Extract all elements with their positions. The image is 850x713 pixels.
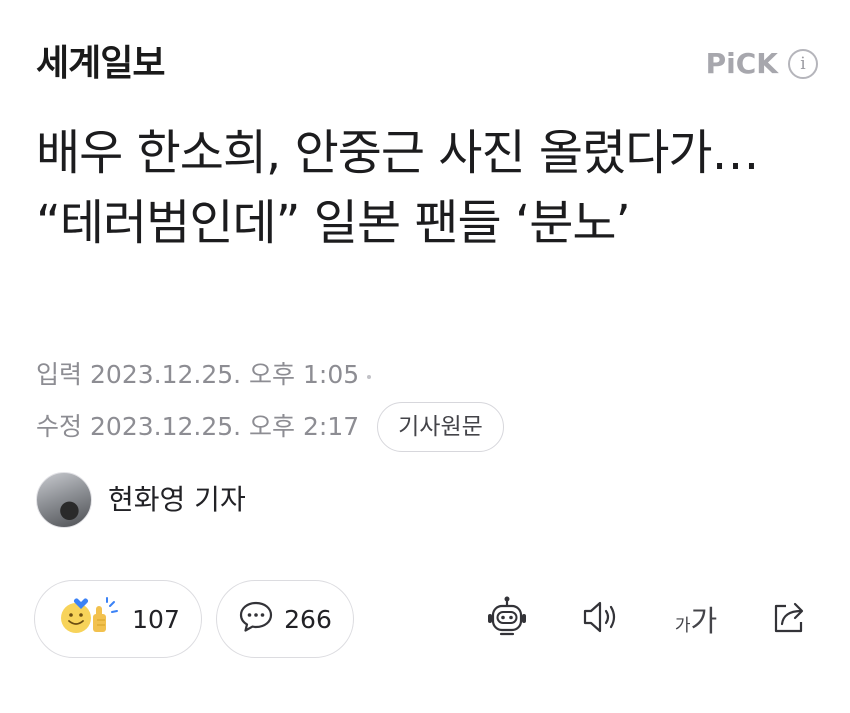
published-datetime: 2023.12.25. 오후 1:05 [90,360,360,389]
press-logo[interactable]: 세계일보 [36,40,165,88]
speaker-icon [579,595,623,643]
font-small-glyph: 가 [674,616,691,636]
font-size-button[interactable]: 가 가 [666,594,726,644]
robot-summary-icon [485,595,529,643]
share-icon [768,595,812,643]
font-big-glyph: 가 [690,604,718,638]
article-headline: 배우 한소희, 안중근 사진 올렸다가… “테러범인데” 일본 팬들 ‘분노’ [36,125,760,251]
modified-label: 수정 [36,412,83,441]
info-icon[interactable]: i [788,49,818,79]
modified-datetime: 2023.12.25. 오후 2:17 [90,412,360,441]
read-aloud-button[interactable] [576,594,626,644]
font-size-icon: 가 가 [675,598,717,640]
reporter-name[interactable]: 현화영 기자 [108,480,246,520]
reaction-count: 107 [132,604,180,634]
separator-dot [367,375,372,379]
reaction-button[interactable]: 107 [34,580,202,658]
modified-time: 수정 2023.12.25. 오후 2:17 기사원문 [36,402,504,452]
article-header: 세계일보 PiCK i [0,0,850,120]
comment-count: 266 [284,604,332,634]
pick-label: PiCK [705,47,778,80]
pick-badge[interactable]: PiCK i [706,44,818,84]
reporter-byline[interactable]: 현화영 기자 [36,472,246,528]
share-button[interactable] [765,594,815,644]
original-article-button[interactable]: 기사원문 [377,402,504,452]
published-label: 입력 [36,360,83,389]
published-time: 입력 2023.12.25. 오후 1:05 [36,358,372,392]
reaction-emoji-icon [56,594,122,644]
comment-button[interactable]: 266 [216,580,354,658]
summary-bot-button[interactable] [482,594,532,644]
speech-bubble-icon [238,600,274,638]
reporter-avatar[interactable] [36,472,92,528]
